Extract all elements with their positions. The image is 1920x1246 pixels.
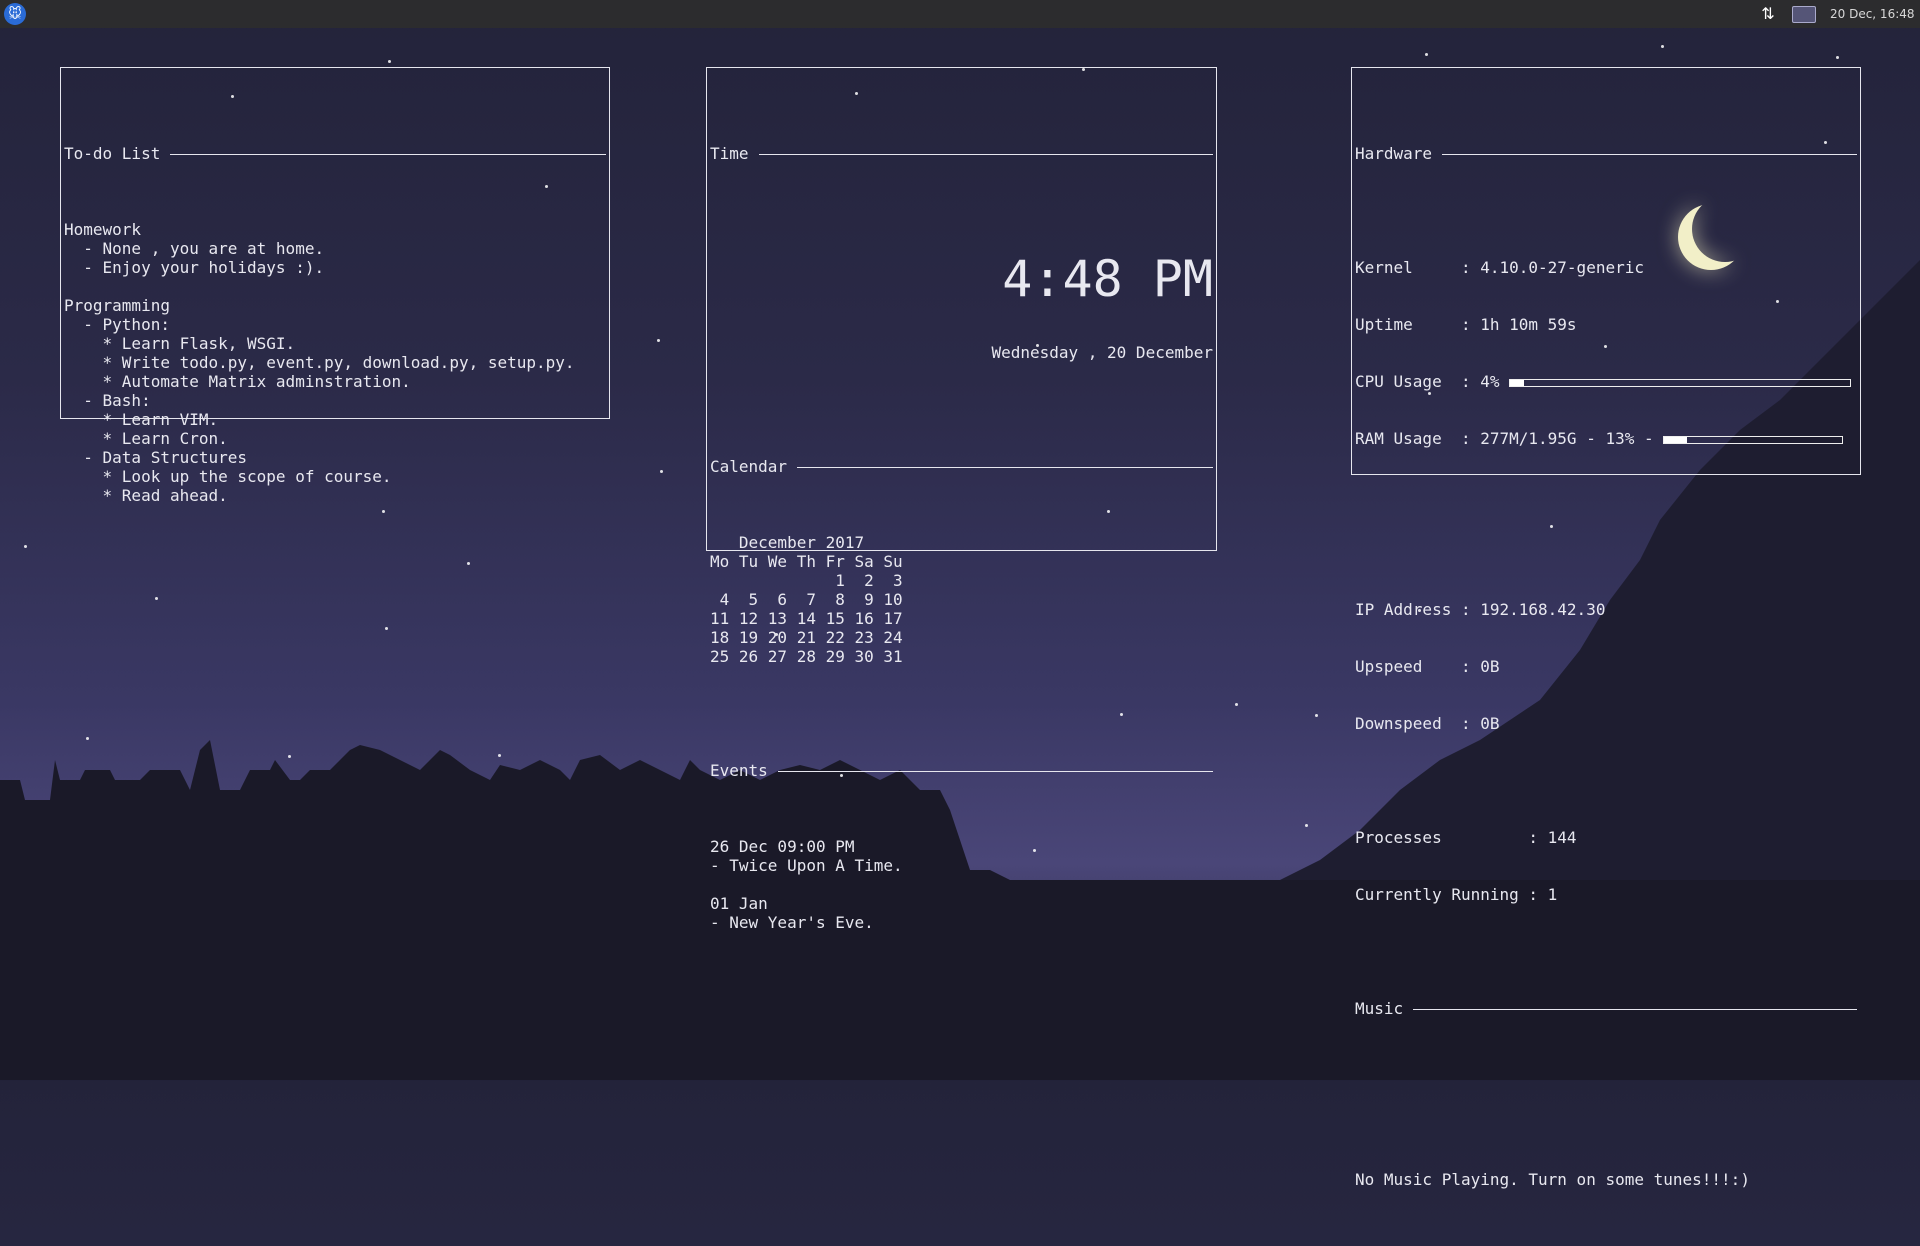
todo-list: Homework - None , you are at home. - Enj…	[64, 201, 606, 505]
network-icon[interactable]: ⇅	[1758, 4, 1778, 24]
kernel-line: Kernel : 4.10.0-27-generic	[1355, 258, 1644, 277]
star	[660, 470, 663, 473]
moon-icon	[1692, 196, 1758, 262]
events-list: 26 Dec 09:00 PM - Twice Upon A Time. 01 Ja…	[710, 818, 1213, 932]
ram-line: RAM Usage : 277M/1.95G - 13% -	[1355, 429, 1857, 448]
text-line: Homework	[64, 220, 142, 239]
cpu-bar-fill	[1510, 379, 1524, 386]
star	[24, 545, 27, 548]
star	[155, 597, 158, 600]
time-widget: Time 4:48 PM Wednesday , 20 December Cal…	[706, 67, 1217, 932]
text-line: - Enjoy your holidays :).	[64, 258, 325, 277]
star	[1425, 53, 1428, 56]
text-line: Programming	[64, 296, 170, 315]
star	[288, 755, 291, 758]
text-line: 1 2 3	[710, 571, 903, 590]
whisker-menu-icon[interactable]: 🐭	[4, 3, 26, 25]
text-line	[64, 277, 606, 296]
todo-widget: To-do List Homework - None , you are at …	[60, 67, 610, 505]
upspeed-line: Upspeed : 0B	[1355, 657, 1500, 676]
text-line	[710, 818, 1213, 837]
text-line: * Write todo.py, event.py, download.py, …	[64, 353, 575, 372]
text-line: 4 5 6 7 8 9 10	[710, 590, 903, 609]
star	[86, 737, 89, 740]
text-line: * Automate Matrix adminstration.	[64, 372, 411, 391]
calendar-title: Calendar	[710, 457, 788, 476]
star	[1305, 824, 1308, 827]
ram-label: RAM Usage : 277M/1.95G - 13% -	[1355, 429, 1654, 448]
text-line: - Data Structures	[64, 448, 248, 467]
downspeed-line: Downspeed : 0B	[1355, 714, 1500, 733]
hardware-widget: Hardware Kernel : 4.10.0-27-generic Upti…	[1351, 67, 1861, 1189]
music-status: No Music Playing. Turn on some tunes!!!:…	[1355, 1170, 1750, 1189]
text-line: - New Year's Eve.	[710, 913, 874, 932]
big-clock: 4:48 PM	[1002, 250, 1213, 308]
text-line: * Learn VIM.	[64, 410, 219, 429]
panel-clock[interactable]: 20 Dec, 16:48	[1830, 7, 1915, 21]
calendar-header: Calendar	[710, 457, 1213, 476]
text-line	[710, 875, 1213, 894]
star	[467, 562, 470, 565]
todo-header: To-do List	[64, 144, 606, 163]
text-line: 26 Dec 09:00 PM	[710, 837, 855, 856]
text-line	[64, 201, 606, 220]
ram-bar	[1663, 435, 1844, 444]
events-header: Events	[710, 761, 1213, 780]
text-line: * Look up the scope of course.	[64, 467, 392, 486]
star	[1315, 714, 1318, 717]
star	[498, 754, 501, 757]
hardware-title: Hardware	[1355, 144, 1433, 163]
text-line: December 2017	[710, 533, 865, 552]
music-header: Music	[1355, 999, 1857, 1018]
text-line	[710, 514, 1213, 533]
text-line: Mo Tu We Th Fr Sa Su	[710, 552, 903, 571]
processes-line: Processes : 144	[1355, 828, 1577, 847]
star	[385, 627, 388, 630]
display-icon[interactable]	[1792, 6, 1816, 23]
text-line: 25 26 27 28 29 30 31	[710, 647, 903, 666]
cpu-bar	[1509, 378, 1852, 387]
time-header: Time	[710, 144, 1213, 163]
ram-bar-fill	[1664, 436, 1688, 443]
running-line: Currently Running : 1	[1355, 885, 1558, 904]
text-line: * Learn Flask, WSGI.	[64, 334, 296, 353]
ip-line: IP Address : 192.168.42.30	[1355, 600, 1606, 619]
text-line: - Bash:	[64, 391, 151, 410]
todo-title: To-do List	[64, 144, 161, 163]
text-line: * Read ahead.	[64, 486, 228, 505]
hardware-header: Hardware	[1355, 144, 1857, 163]
text-line: * Learn Cron.	[64, 429, 228, 448]
music-title: Music	[1355, 999, 1404, 1018]
text-line: - Python:	[64, 315, 170, 334]
text-line: 18 19 20 21 22 23 24	[710, 628, 903, 647]
star	[1836, 56, 1839, 59]
star	[1235, 703, 1238, 706]
top-panel: 🐭 ⇅ 20 Dec, 16:48	[0, 0, 1920, 28]
cpu-label: CPU Usage : 4%	[1355, 372, 1500, 391]
star	[388, 60, 391, 63]
date-line: Wednesday , 20 December	[991, 343, 1213, 362]
events-title: Events	[710, 761, 768, 780]
text-line: 01 Jan	[710, 894, 768, 913]
calendar: December 2017 Mo Tu We Th Fr Sa Su 1 2 3 …	[710, 514, 1213, 666]
time-title: Time	[710, 144, 749, 163]
star	[1661, 45, 1664, 48]
uptime-line: Uptime : 1h 10m 59s	[1355, 315, 1577, 334]
text-line: - None , you are at home.	[64, 239, 325, 258]
cpu-line: CPU Usage : 4%	[1355, 372, 1857, 391]
star	[657, 339, 660, 342]
text-line: 11 12 13 14 15 16 17	[710, 609, 903, 628]
text-line: - Twice Upon A Time.	[710, 856, 903, 875]
